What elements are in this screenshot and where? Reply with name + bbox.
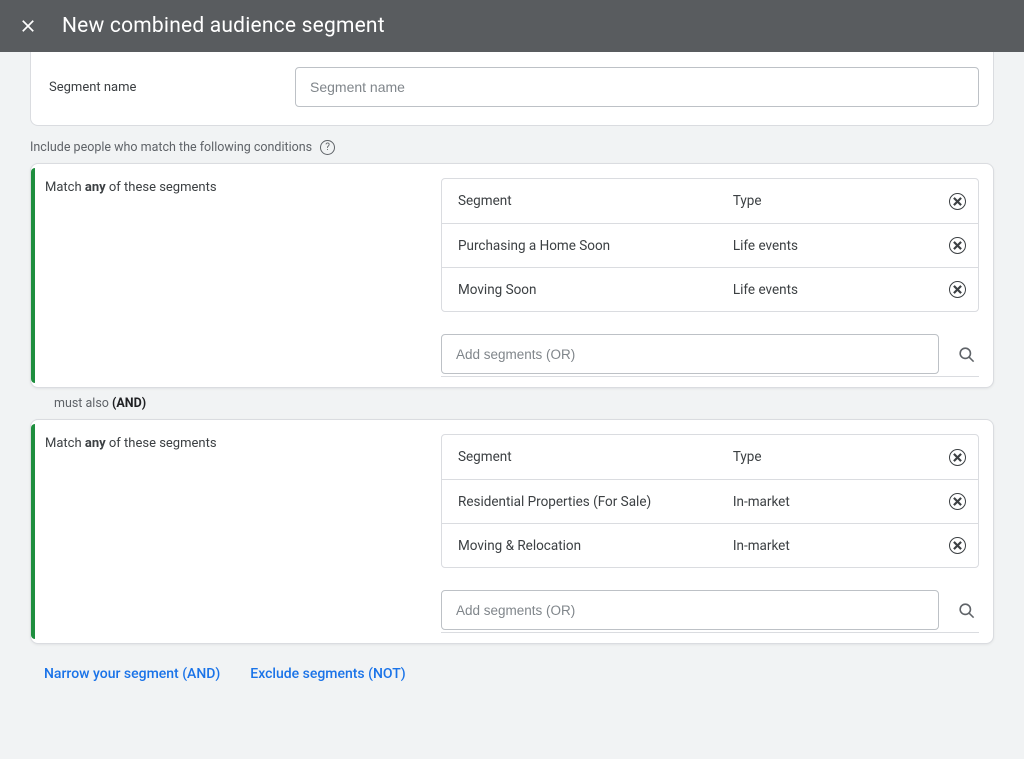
page-body: Segment name Include people who match th… — [0, 52, 1024, 702]
col-header-type: Type — [733, 449, 936, 465]
include-conditions-label: Include people who match the following c… — [30, 140, 1024, 155]
col-header-segment: Segment — [458, 449, 733, 465]
segment-type: Life events — [733, 282, 936, 298]
table-header-row: Segment Type — [442, 179, 978, 223]
segment-name-label: Segment name — [49, 80, 279, 95]
segment-name-card: Segment name — [30, 52, 994, 126]
segment-type: In-market — [733, 494, 936, 510]
table-row: Moving Soon Life events — [442, 267, 978, 311]
remove-row-icon[interactable] — [949, 493, 966, 510]
add-segments-row — [441, 590, 979, 630]
table-header-row: Segment Type — [442, 435, 978, 479]
col-header-action — [936, 193, 966, 210]
exclude-segments-button[interactable]: Exclude segments (NOT) — [250, 666, 405, 682]
segment-name-input[interactable] — [295, 67, 979, 107]
close-icon[interactable] — [16, 14, 40, 38]
divider — [441, 376, 979, 377]
search-icon[interactable] — [953, 597, 979, 623]
condition-block-2: Match any of these segments Segment Type… — [30, 419, 994, 644]
segment-name: Moving & Relocation — [458, 538, 733, 554]
match-any-label: Match any of these segments — [45, 180, 423, 195]
match-any-label: Match any of these segments — [45, 436, 423, 451]
col-header-type: Type — [733, 193, 936, 209]
divider — [441, 632, 979, 633]
segment-name: Residential Properties (For Sale) — [458, 494, 733, 510]
segment-name: Purchasing a Home Soon — [458, 238, 733, 254]
add-segments-input[interactable] — [441, 334, 939, 374]
block-left: Match any of these segments — [45, 434, 423, 633]
clear-all-icon[interactable] — [949, 193, 966, 210]
table-row: Moving & Relocation In-market — [442, 523, 978, 567]
narrow-segment-button[interactable]: Narrow your segment (AND) — [44, 666, 220, 682]
add-segments-row — [441, 334, 979, 374]
help-icon[interactable]: ? — [320, 140, 335, 155]
block-right: Segment Type Residential Properties (For… — [441, 434, 979, 633]
modal-header: New combined audience segment — [0, 0, 1024, 52]
segment-type: In-market — [733, 538, 936, 554]
table-row: Purchasing a Home Soon Life events — [442, 223, 978, 267]
condition-block-1: Match any of these segments Segment Type… — [30, 163, 994, 388]
footer-actions: Narrow your segment (AND) Exclude segmen… — [44, 666, 1024, 682]
add-segments-input[interactable] — [441, 590, 939, 630]
col-header-action — [936, 449, 966, 466]
segment-type: Life events — [733, 238, 936, 254]
segment-table: Segment Type Residential Properties (For… — [441, 434, 979, 568]
include-conditions-text: Include people who match the following c… — [30, 140, 312, 155]
segment-name: Moving Soon — [458, 282, 733, 298]
search-icon[interactable] — [953, 341, 979, 367]
modal-title: New combined audience segment — [62, 14, 385, 38]
remove-row-icon[interactable] — [949, 537, 966, 554]
remove-row-icon[interactable] — [949, 281, 966, 298]
segment-table: Segment Type Purchasing a Home Soon Life… — [441, 178, 979, 312]
block-left: Match any of these segments — [45, 178, 423, 377]
remove-row-icon[interactable] — [949, 237, 966, 254]
and-connector: must also (AND) — [54, 396, 1024, 411]
col-header-segment: Segment — [458, 193, 733, 209]
clear-all-icon[interactable] — [949, 449, 966, 466]
table-row: Residential Properties (For Sale) In-mar… — [442, 479, 978, 523]
block-right: Segment Type Purchasing a Home Soon Life… — [441, 178, 979, 377]
